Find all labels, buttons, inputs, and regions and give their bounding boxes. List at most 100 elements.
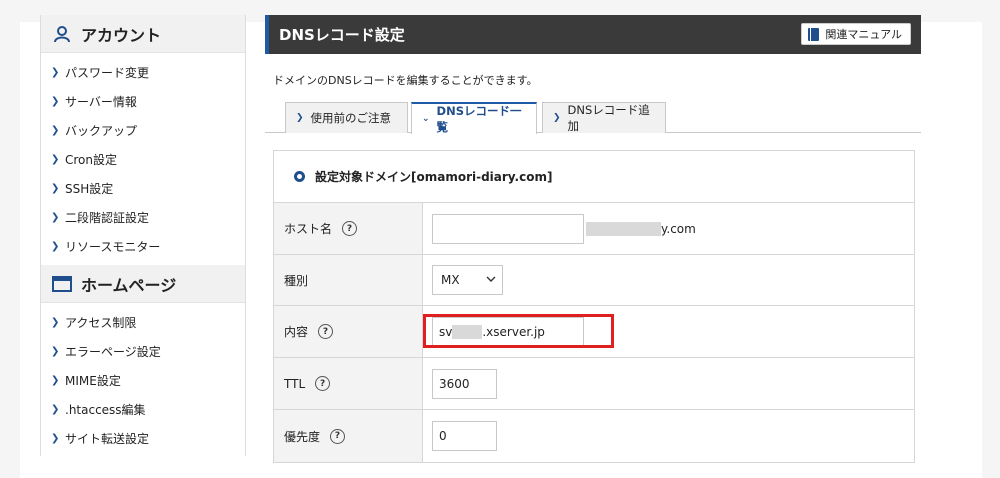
sidebar-item-password[interactable]: ❯ パスワード変更 <box>41 58 245 87</box>
help-icon[interactable]: ? <box>330 428 346 444</box>
tab-label: DNSレコード一覧 <box>436 104 522 134</box>
sidebar-item-server-info[interactable]: ❯ サーバー情報 <box>41 87 245 116</box>
chevron-down-icon: ⌄ <box>422 114 430 124</box>
sidebar-item-error-page[interactable]: ❯ エラーページ設定 <box>41 337 245 366</box>
window-icon <box>51 273 73 295</box>
host-value-cell: y.com <box>423 203 914 254</box>
ttl-value-cell: 3600 <box>423 358 914 409</box>
chevron-right-icon: ❯ <box>553 113 561 123</box>
content-label: 内容 <box>284 325 309 339</box>
sidebar-section-account: アカウント <box>41 15 245 53</box>
sidebar-item-label: バックアップ <box>65 124 138 138</box>
chevron-right-icon: ❯ <box>51 183 60 194</box>
row-ttl: TTL ? 3600 <box>274 358 914 410</box>
priority-value-cell: 0 <box>423 410 914 462</box>
redacted-block <box>586 221 661 236</box>
sidebar-item-resource-monitor[interactable]: ❯ リソースモニター <box>41 232 245 261</box>
tab-precautions[interactable]: ❯ 使用前のご注意 <box>285 102 408 133</box>
help-icon[interactable]: ? <box>342 221 358 236</box>
sidebar-item-label: サイト転送設定 <box>65 432 150 446</box>
chevron-right-icon: ❯ <box>51 433 60 444</box>
sidebar-section-homepage: ホームページ <box>41 265 245 303</box>
chevron-right-icon: ❯ <box>51 404 60 415</box>
priority-label: 優先度 <box>284 429 321 444</box>
sidebar-item-label: Cron設定 <box>65 153 117 167</box>
sidebar-item-label: アクセス制限 <box>65 316 137 330</box>
ttl-input[interactable]: 3600 <box>432 368 497 399</box>
sidebar-account-list: ❯ パスワード変更 ❯ サーバー情報 ❯ バックアップ ❯ Cron設定 ❯ SSH設定 … <box>41 53 245 265</box>
sidebar: アカウント ❯ パスワード変更 ❯ サーバー情報 ❯ バックアップ ❯ Cron設定 ❯… <box>40 15 246 456</box>
redacted-block <box>452 324 483 339</box>
chevron-right-icon: ❯ <box>51 96 60 107</box>
sidebar-item-htaccess[interactable]: ❯ .htaccess編集 <box>41 395 245 424</box>
tab-bar: ❯ 使用前のご注意 ⌄ DNSレコード一覧 ❯ DNSレコード追加 <box>265 101 921 134</box>
sidebar-item-label: リソースモニター <box>65 240 161 254</box>
sidebar-item-label: SSH設定 <box>65 182 114 196</box>
target-domain: 設定対象ドメイン[omamori-diary.com] <box>274 151 914 203</box>
sidebar-section-title: ホームページ <box>81 275 177 295</box>
sidebar-item-label: パスワード変更 <box>65 66 150 80</box>
chevron-right-icon: ❯ <box>51 125 60 136</box>
content-suffix: .xserver.jp <box>482 324 545 339</box>
chevron-right-icon: ❯ <box>51 346 60 357</box>
host-input[interactable] <box>432 213 584 244</box>
chevron-right-icon: ❯ <box>51 67 60 78</box>
help-icon[interactable]: ? <box>315 376 331 391</box>
chevron-right-icon: ❯ <box>51 212 60 223</box>
tab-dns-record-add[interactable]: ❯ DNSレコード追加 <box>542 102 666 133</box>
sidebar-item-access-restriction[interactable]: ❯ アクセス制限 <box>41 308 245 337</box>
page-description: ドメインのDNSレコードを編集することができます。 <box>273 74 538 87</box>
chevron-right-icon: ❯ <box>51 154 60 165</box>
sidebar-item-label: 二段階認証設定 <box>65 211 150 225</box>
content-label-cell: 内容 ? <box>274 306 423 357</box>
sidebar-item-label: MIME設定 <box>65 374 121 388</box>
priority-label-cell: 優先度 ? <box>274 410 423 462</box>
sidebar-item-mime[interactable]: ❯ MIME設定 <box>41 366 245 395</box>
type-label: 種別 <box>284 273 309 288</box>
circle-bullet-icon <box>294 171 305 182</box>
sidebar-section-title: アカウント <box>81 25 162 45</box>
content-prefix: sv <box>439 324 453 339</box>
type-label-cell: 種別 <box>274 255 423 305</box>
row-type: 種別 MX <box>274 255 914 306</box>
type-select[interactable]: MX <box>432 265 503 295</box>
chevron-right-icon: ❯ <box>296 113 304 123</box>
ttl-label: TTL <box>284 376 306 391</box>
manual-button[interactable]: 関連マニュアル <box>801 23 911 45</box>
priority-input[interactable]: 0 <box>432 421 497 451</box>
tab-label: DNSレコード追加 <box>567 103 650 133</box>
sidebar-item-cron[interactable]: ❯ Cron設定 <box>41 145 245 174</box>
sidebar-item-2fa[interactable]: ❯ 二段階認証設定 <box>41 203 245 232</box>
header-accent <box>265 15 269 54</box>
book-icon <box>808 27 820 41</box>
tab-label: 使用前のご注意 <box>310 111 392 125</box>
chevron-down-icon <box>486 273 496 287</box>
tab-dns-record-list[interactable]: ⌄ DNSレコード一覧 <box>411 102 537 134</box>
user-icon <box>51 23 73 45</box>
sidebar-item-site-redirect[interactable]: ❯ サイト転送設定 <box>41 424 245 453</box>
sidebar-item-ssh[interactable]: ❯ SSH設定 <box>41 174 245 203</box>
content-input[interactable]: sv .xserver.jp <box>432 316 584 347</box>
sidebar-item-backup[interactable]: ❯ バックアップ <box>41 116 245 145</box>
sidebar-homepage-list: ❯ アクセス制限 ❯ エラーページ設定 ❯ MIME設定 ❯ .htaccess編集 ❯… <box>41 303 245 456</box>
content-value-cell: sv .xserver.jp <box>423 306 914 357</box>
chevron-right-icon: ❯ <box>51 241 60 252</box>
host-suffix-text: y.com <box>661 221 696 236</box>
sidebar-item-label: サーバー情報 <box>65 95 137 109</box>
main-content: DNSレコード設定 関連マニュアル ドメインのDNSレコードを編集することができ… <box>265 15 921 463</box>
page-header: DNSレコード設定 関連マニュアル <box>265 15 921 54</box>
chevron-right-icon: ❯ <box>51 375 60 386</box>
host-domain-suffix: y.com <box>586 221 696 236</box>
sidebar-item-label: エラーページ設定 <box>65 345 161 359</box>
row-priority: 優先度 ? 0 <box>274 410 914 462</box>
host-label-cell: ホスト名 ? <box>274 203 423 254</box>
manual-button-label: 関連マニュアル <box>825 28 902 41</box>
page-title: DNSレコード設定 <box>279 26 405 44</box>
target-domain-label: 設定対象ドメイン[omamori-diary.com] <box>315 170 553 184</box>
ttl-label-cell: TTL ? <box>274 358 423 409</box>
help-icon[interactable]: ? <box>318 324 334 339</box>
dns-record-form: 設定対象ドメイン[omamori-diary.com] ホスト名 ? y.com… <box>273 150 915 463</box>
type-value-cell: MX <box>423 255 914 305</box>
type-select-value: MX <box>441 273 460 287</box>
row-content: 内容 ? sv .xserver.jp <box>274 306 914 358</box>
